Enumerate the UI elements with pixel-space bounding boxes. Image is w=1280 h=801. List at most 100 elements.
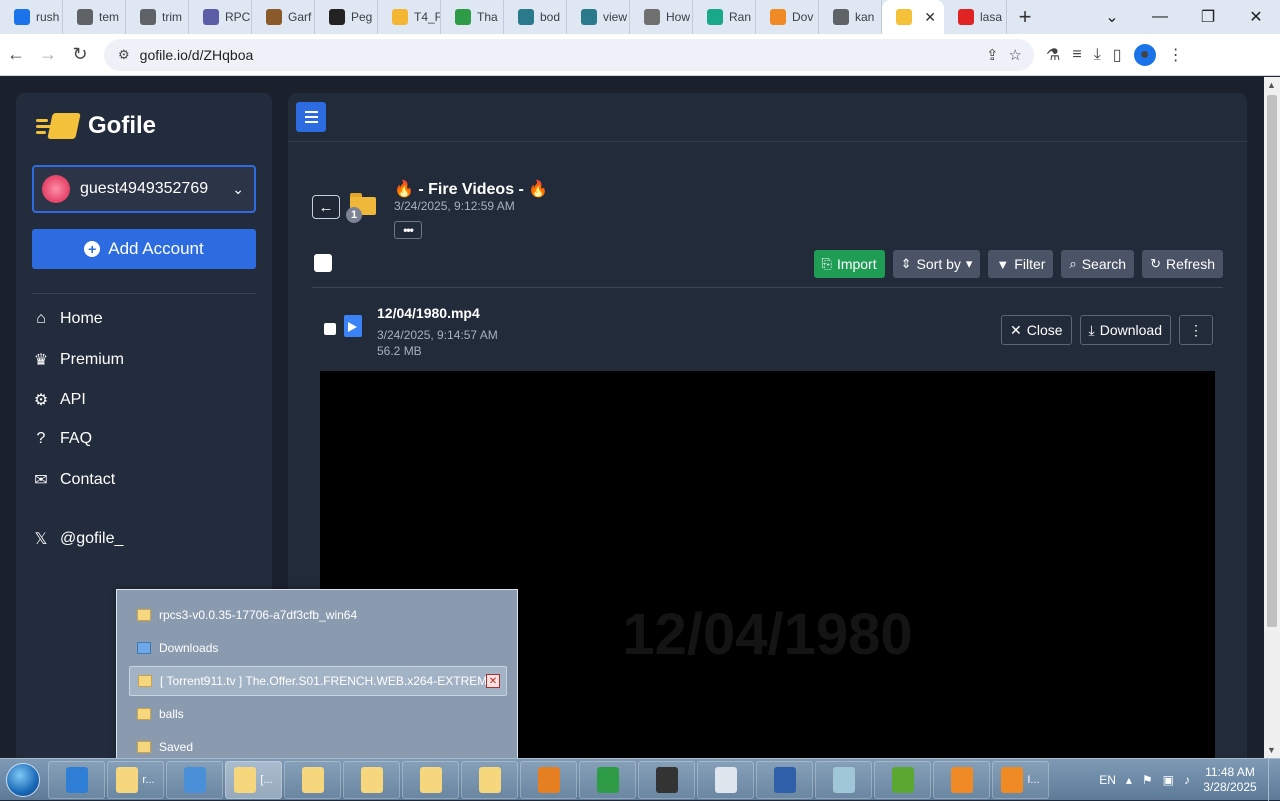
jump-list-item[interactable]: balls [129, 699, 507, 729]
file-menu-button[interactable]: ⋮ [1179, 315, 1213, 345]
side-panel-icon[interactable]: ▯ [1113, 45, 1122, 65]
back-button[interactable]: ← [312, 195, 340, 219]
taskbar-item-explorer-active[interactable]: [... [225, 760, 282, 799]
browser-tab[interactable]: tem [63, 0, 126, 34]
taskbar-item-ie[interactable] [48, 760, 105, 799]
social-label: @gofile_ [60, 530, 124, 547]
media-list-icon[interactable]: ≡ [1072, 46, 1081, 64]
browser-tab[interactable]: kan [819, 0, 882, 34]
download-icon[interactable]: ⤓ [1094, 46, 1101, 64]
tray-expand-icon[interactable]: ▴ [1126, 773, 1132, 787]
browser-tab[interactable]: Dov [756, 0, 819, 34]
gofile-logo[interactable]: Gofile [36, 111, 156, 141]
sidebar-item-home[interactable]: ⌂ Home [32, 310, 103, 328]
tab-favicon-icon [958, 9, 974, 25]
tab-favicon-icon [770, 9, 786, 25]
browser-tab[interactable]: trim [126, 0, 189, 34]
download-button[interactable]: ⤓ Download [1079, 315, 1171, 345]
browser-tab[interactable]: T4_F [378, 0, 441, 34]
filter-button[interactable]: ▼ Filter [988, 250, 1054, 278]
tab-search-icon[interactable]: ⌄ [1088, 7, 1136, 27]
hamburger-menu-button[interactable] [296, 102, 326, 132]
back-icon[interactable]: ← [0, 44, 32, 65]
tab-label: view [603, 10, 628, 24]
taskbar-item-downloads[interactable] [166, 760, 223, 799]
browser-tab[interactable]: How [630, 0, 693, 34]
browser-tab[interactable]: view [567, 0, 630, 34]
taskbar-item-tool-app[interactable] [815, 760, 872, 799]
taskbar-item-notepad[interactable] [697, 760, 754, 799]
taskbar-item-vlc-2[interactable]: I... [992, 760, 1049, 799]
sort-by-button[interactable]: ⇕ Sort by ▾ [892, 250, 981, 278]
window-close-icon[interactable]: ✕ [1232, 7, 1280, 27]
show-desktop-button[interactable] [1268, 758, 1280, 801]
taskbar-item-explorer-2[interactable] [284, 760, 341, 799]
tab-close-icon[interactable]: ✕ [924, 9, 936, 26]
add-account-button[interactable]: + Add Account [32, 229, 256, 269]
remove-from-list-icon[interactable]: ✕ [486, 674, 500, 688]
search-button[interactable]: ⌕ Search [1061, 250, 1135, 278]
bookmark-star-icon[interactable]: ☆ [1009, 46, 1022, 64]
jump-list-item[interactable]: [ Torrent911.tv ] The.Offer.S01.FRENCH.W… [129, 666, 507, 696]
import-button[interactable]: ⎘ Import [813, 250, 885, 278]
sidebar-item-api[interactable]: ⚙ API [32, 390, 86, 410]
start-button[interactable] [0, 759, 46, 801]
account-selector[interactable]: guest4949352769 ⌄ [32, 165, 256, 213]
scroll-up-icon[interactable]: ▲ [1267, 80, 1276, 90]
folder-title: 🔥 - Fire Videos - 🔥 [394, 181, 549, 198]
sidebar-item-contact[interactable]: ✉ Contact [32, 470, 115, 490]
file-date: 3/24/2025, 9:14:57 AM [377, 328, 498, 342]
flask-icon[interactable]: ⚗ [1046, 45, 1060, 65]
share-icon[interactable]: ⇪ [986, 46, 999, 64]
jump-list-item[interactable]: rpcs3-v0.0.35-17706-a7df3cfb_win64 [129, 600, 507, 630]
minimize-icon[interactable]: — [1136, 8, 1184, 26]
social-link-x[interactable]: 𝕏 @gofile_ [32, 529, 124, 549]
file-checkbox[interactable] [324, 323, 336, 335]
reload-icon[interactable]: ↻ [64, 44, 96, 65]
profile-avatar-icon[interactable]: ● [1133, 43, 1156, 66]
taskbar-item-chrome[interactable] [579, 760, 636, 799]
language-indicator[interactable]: EN [1099, 773, 1116, 787]
taskbar-item-explorer-3[interactable] [343, 760, 400, 799]
select-all-checkbox[interactable] [314, 254, 332, 272]
taskbar-item-vlc-1[interactable] [933, 760, 990, 799]
taskbar-item-explorer-1[interactable]: r... [107, 760, 164, 799]
new-tab-button[interactable]: + [1007, 4, 1043, 30]
network-icon[interactable]: ▣ [1163, 773, 1174, 787]
clock[interactable]: 11:48 AM 3/28/2025 [1200, 765, 1260, 795]
action-center-icon[interactable]: ⚑ [1142, 773, 1153, 787]
sidebar-item-premium[interactable]: ♛ Premium [32, 350, 124, 370]
browser-tab[interactable]: Ran [693, 0, 756, 34]
browser-tab[interactable]: ✕ [882, 0, 944, 34]
forward-icon[interactable]: → [32, 44, 64, 65]
scroll-down-icon[interactable]: ▼ [1267, 745, 1276, 755]
taskbar-item-media-player[interactable] [520, 760, 577, 799]
browser-tab[interactable]: Peg [315, 0, 378, 34]
taskbar-item-explorer-4[interactable] [402, 760, 459, 799]
browser-tab[interactable]: rush [0, 0, 63, 34]
taskbar-item-utorrent[interactable] [874, 760, 931, 799]
refresh-button[interactable]: ↻ Refresh [1142, 250, 1223, 278]
taskbar-item-explorer-5[interactable] [461, 760, 518, 799]
site-info-icon[interactable]: ⚙ [118, 47, 130, 63]
address-bar[interactable]: ⚙ gofile.io/d/ZHqboa ⇪ ☆ [104, 38, 1034, 71]
file-import-icon: ⎘ [821, 256, 832, 271]
browser-tab[interactable]: Tha [441, 0, 504, 34]
jump-list-item[interactable]: Saved [129, 732, 507, 758]
file-name[interactable]: 12/04/1980.mp4 [377, 305, 480, 321]
browser-tab[interactable]: Garf [252, 0, 315, 34]
scrollbar-thumb[interactable] [1267, 95, 1277, 627]
close-button[interactable]: ✕ Close [1001, 315, 1072, 345]
browser-tab[interactable]: RPC [189, 0, 252, 34]
menu-kebab-icon[interactable]: ⋮ [1168, 45, 1184, 65]
page-scrollbar[interactable]: ▲ ▼ [1264, 77, 1280, 758]
folder-more-button[interactable]: ••• [394, 221, 422, 239]
restore-icon[interactable]: ❐ [1184, 7, 1232, 27]
taskbar-item-network-app[interactable] [756, 760, 813, 799]
browser-tab[interactable]: bod [504, 0, 567, 34]
sidebar-item-faq[interactable]: ? FAQ [32, 430, 92, 448]
jump-list-item[interactable]: Downloads [129, 633, 507, 663]
volume-icon[interactable]: ♪ [1184, 773, 1190, 787]
browser-tab[interactable]: lasa [944, 0, 1007, 34]
taskbar-item-avatar-app[interactable] [638, 760, 695, 799]
